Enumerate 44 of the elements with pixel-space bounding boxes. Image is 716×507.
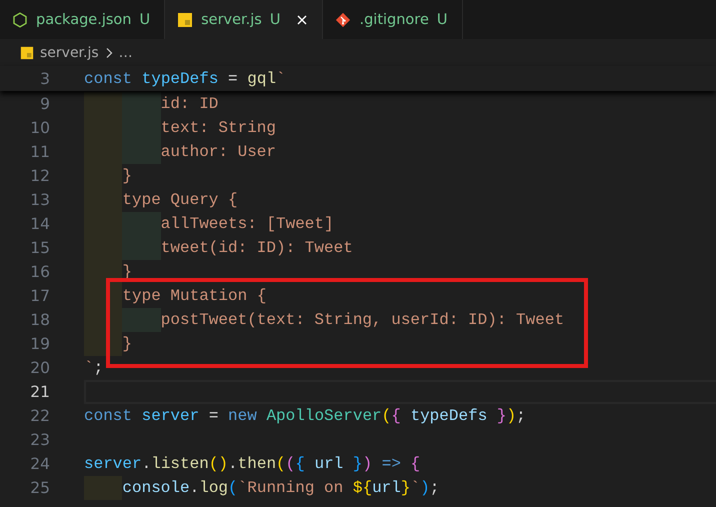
line-number: 3 [39,70,51,88]
js-file-icon [20,46,34,60]
code-line: tweet(id: ID): Tweet [160,239,353,257]
hexagon-icon [12,12,28,28]
line-number: 25 [29,479,51,497]
editor-tab[interactable]: server.js U [165,0,324,39]
line-number: 10 [29,119,51,137]
code-line: text: String [160,119,276,137]
code-line: type Mutation { [122,287,266,305]
indent-guide [84,92,122,116]
line-number: 21 [29,383,51,401]
line-number: 13 [29,191,51,209]
line-number: 20 [29,359,51,377]
code-line: author: User [160,143,276,161]
code-line: const server = new ApolloServer({ typeDefs }); [84,407,526,425]
chevron-right-icon [104,46,113,58]
code-line: type Query { [122,191,238,209]
js-file-icon [177,12,194,28]
indent-guide [84,332,122,356]
code-line: allTweets: [Tweet] [160,215,334,233]
line-number: 15 [29,239,51,257]
indent-guide [122,92,161,116]
close-icon[interactable] [296,14,308,26]
line-number: 11 [29,143,51,161]
code-line: } [122,167,132,185]
line-number: 17 [29,287,51,305]
code-line: id: ID [160,95,218,113]
line-number: 22 [29,407,51,425]
code-line: console.log(`Running on ${url}`); [122,479,440,497]
line-number: 24 [29,455,51,473]
code-line: postTweet(text: String, userId: ID): Tweet [160,311,564,329]
line-number: 14 [29,215,51,233]
line-number: 9 [39,95,51,113]
line-number: 19 [29,335,51,353]
code-line: } [122,335,132,353]
code-line: const typeDefs = gql` [84,70,286,88]
code-line: server.listen().then(({ url }) => { [84,455,420,473]
line-number: 12 [29,167,51,185]
breadcrumb-item[interactable]: server.js [40,44,99,60]
breadcrumb-item[interactable]: … [118,44,133,60]
line-number: 16 [29,263,51,281]
code-line: `; [84,359,104,377]
line-number: 23 [29,431,51,449]
line-number: 18 [29,311,51,329]
